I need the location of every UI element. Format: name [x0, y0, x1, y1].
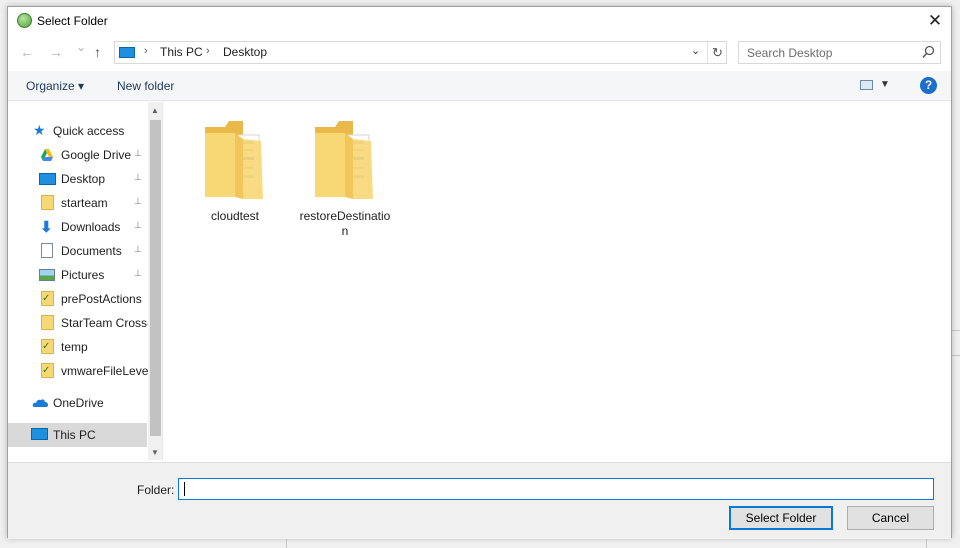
star-icon: ★ [33, 122, 46, 138]
pin-icon[interactable]: ⊥ [134, 148, 142, 159]
sidebar-item-this-pc[interactable]: This PC [8, 423, 147, 447]
breadcrumb-separator-icon[interactable]: › [144, 45, 148, 57]
navigation-bar: ← → ⌄ ↑ › This PC › Desktop ⌄ ↻ Search D… [8, 39, 951, 67]
this-pc-icon [119, 47, 135, 58]
desktop-icon [39, 173, 56, 185]
scroll-down-icon[interactable]: ▼ [151, 448, 159, 457]
sidebar-item-network-partial[interactable] [8, 455, 147, 460]
command-bar: Organize ▾ New folder ▼ ? [8, 71, 951, 101]
folder-icon [315, 121, 373, 199]
folder-icon [41, 195, 54, 210]
address-dropdown-icon[interactable]: ⌄ [691, 44, 700, 57]
pin-icon[interactable]: ⊥ [134, 220, 142, 231]
breadcrumb-separator-icon[interactable]: › [206, 45, 210, 57]
recent-locations-icon[interactable]: ⌄ [76, 40, 86, 54]
pin-icon[interactable]: ⊥ [134, 268, 142, 279]
view-options-icon[interactable] [860, 80, 873, 90]
pin-icon[interactable]: ⊥ [134, 196, 142, 207]
dialog-footer: Folder: Select Folder Cancel [8, 462, 951, 539]
sidebar-item-onedrive[interactable]: OneDrive [8, 391, 147, 415]
folder-icon [205, 121, 263, 199]
folder-check-icon: ✓ [41, 339, 54, 354]
folder-check-icon: ✓ [41, 291, 54, 306]
file-list: cloudtest restoreDestination [164, 102, 951, 460]
forward-arrow-icon[interactable]: → [49, 44, 63, 60]
sidebar-item-temp[interactable]: ✓ temp [8, 335, 147, 359]
view-dropdown-icon[interactable]: ▼ [880, 79, 890, 90]
close-button[interactable]: ✕ [919, 7, 951, 35]
scroll-up-icon[interactable]: ▲ [151, 106, 159, 115]
sidebar-item-starteam-cross[interactable]: StarTeam Cross- [8, 311, 151, 335]
folder-check-icon: ✓ [41, 363, 54, 378]
folder-item-cloudtest[interactable]: cloudtest [187, 102, 283, 223]
sidebar-item-pictures[interactable]: Pictures ⊥ [8, 263, 147, 287]
new-folder-button[interactable]: New folder [117, 79, 174, 93]
folder-item-restoredestination[interactable]: restoreDestination [297, 102, 393, 238]
background-window-edge [952, 330, 960, 331]
pictures-icon [39, 269, 55, 281]
sidebar-item-vmwarefilelevel[interactable]: ✓ vmwareFileLevel [8, 359, 151, 383]
google-drive-icon [41, 149, 53, 161]
back-arrow-icon[interactable]: ← [20, 44, 34, 60]
up-arrow-icon[interactable]: ↑ [94, 44, 101, 60]
sidebar-scrollbar-thumb[interactable] [150, 120, 161, 436]
folder-name: restoreDestination [299, 209, 391, 238]
download-icon: ⬇ [40, 219, 53, 236]
app-icon [17, 13, 32, 28]
address-bar[interactable]: › This PC › Desktop ⌄ ↻ [114, 41, 727, 64]
sidebar-item-prepostactions[interactable]: ✓ prePostActions [8, 287, 147, 311]
breadcrumb-desktop[interactable]: Desktop [223, 45, 267, 59]
organize-menu-button[interactable]: Organize ▾ [26, 79, 84, 93]
navigation-pane: ★ Quick access Google Drive ⊥ Desktop ⊥ … [8, 102, 163, 460]
pin-icon[interactable]: ⊥ [134, 172, 142, 183]
dialog-title: Select Folder [37, 14, 108, 28]
search-placeholder: Search Desktop [747, 46, 833, 60]
sidebar-item-desktop[interactable]: Desktop ⊥ [8, 167, 147, 191]
sidebar-item-google-drive[interactable]: Google Drive ⊥ [8, 143, 147, 167]
select-folder-button[interactable]: Select Folder [729, 506, 833, 530]
refresh-icon[interactable]: ↻ [707, 42, 727, 63]
sidebar-item-downloads[interactable]: ⬇ Downloads ⊥ [8, 215, 147, 239]
folder-name-input[interactable] [178, 478, 934, 500]
cancel-button[interactable]: Cancel [847, 506, 934, 530]
sidebar-item-quick-access[interactable]: ★ Quick access [8, 119, 147, 143]
title-bar: Select Folder ✕ [8, 7, 951, 35]
pin-icon[interactable]: ⊥ [134, 244, 142, 255]
search-box[interactable]: Search Desktop [738, 41, 941, 64]
help-icon[interactable]: ? [920, 77, 937, 94]
background-window-edge [952, 355, 960, 356]
sidebar-item-documents[interactable]: Documents ⊥ [8, 239, 147, 263]
onedrive-icon [32, 399, 48, 407]
folder-field-label: Folder: [137, 483, 175, 497]
folder-name: cloudtest [210, 209, 260, 223]
select-folder-dialog: Select Folder ✕ ← → ⌄ ↑ › This PC › Desk… [7, 6, 952, 539]
text-caret [184, 482, 185, 496]
folder-icon [41, 315, 54, 330]
documents-icon [41, 243, 53, 258]
sidebar-item-starteam[interactable]: starteam ⊥ [8, 191, 147, 215]
background-window-edge [286, 538, 287, 548]
breadcrumb-this-pc[interactable]: This PC [160, 45, 203, 59]
background-window-edge [926, 538, 927, 548]
this-pc-icon [31, 428, 48, 440]
search-icon[interactable] [922, 45, 935, 59]
